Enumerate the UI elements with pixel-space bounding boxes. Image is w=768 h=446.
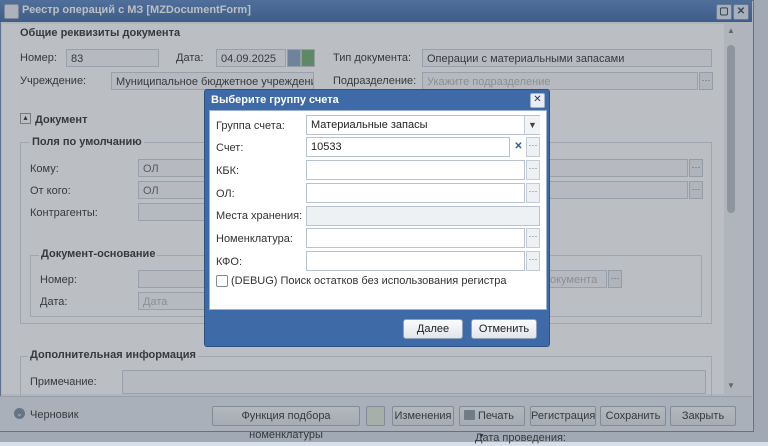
kfo-field[interactable] bbox=[306, 251, 525, 271]
storage-label: Места хранения: bbox=[216, 210, 303, 222]
account-label: Счет: bbox=[216, 142, 244, 154]
next-button[interactable]: Далее bbox=[403, 319, 463, 339]
account-group-value: Материальные запасы bbox=[311, 119, 428, 131]
nomenclature-lookup-button[interactable]: ··· bbox=[526, 228, 540, 248]
kbk-label: КБК: bbox=[216, 165, 240, 177]
dialog-close-icon[interactable]: ✕ bbox=[530, 93, 545, 108]
account-lookup-button[interactable]: ··· bbox=[526, 137, 540, 157]
ol-label: ОЛ: bbox=[216, 188, 235, 200]
debug-checkbox[interactable] bbox=[216, 275, 228, 287]
cancel-button[interactable]: Отменить bbox=[471, 319, 537, 339]
nomenclature-label: Номенклатура: bbox=[216, 233, 293, 245]
kfo-lookup-button[interactable]: ··· bbox=[526, 251, 540, 271]
dialog-footer: Далее Отменить bbox=[209, 312, 545, 342]
chevron-down-icon[interactable]: ▼ bbox=[524, 116, 540, 134]
account-group-select[interactable]: Материальные запасы bbox=[306, 115, 540, 135]
account-field[interactable]: 10533 bbox=[306, 137, 510, 157]
kbk-field[interactable] bbox=[306, 160, 525, 180]
debug-checkbox-label: (DEBUG) Поиск остатков без использования… bbox=[231, 275, 507, 287]
dialog-body: Группа счета: Материальные запасы ▼ Счет… bbox=[209, 110, 547, 310]
ol-field[interactable] bbox=[306, 183, 525, 203]
account-group-label: Группа счета: bbox=[216, 120, 285, 132]
clear-icon[interactable]: ✕ bbox=[512, 138, 525, 156]
storage-field[interactable] bbox=[306, 206, 540, 226]
account-group-dialog: Выберите группу счета ✕ Группа счета: Ма… bbox=[204, 89, 550, 347]
kfo-label: КФО: bbox=[216, 256, 243, 268]
ol-lookup-button[interactable]: ··· bbox=[526, 183, 540, 203]
nomenclature-field[interactable] bbox=[306, 228, 525, 248]
dialog-title: Выберите группу счета bbox=[211, 94, 339, 106]
kbk-lookup-button[interactable]: ··· bbox=[526, 160, 540, 180]
